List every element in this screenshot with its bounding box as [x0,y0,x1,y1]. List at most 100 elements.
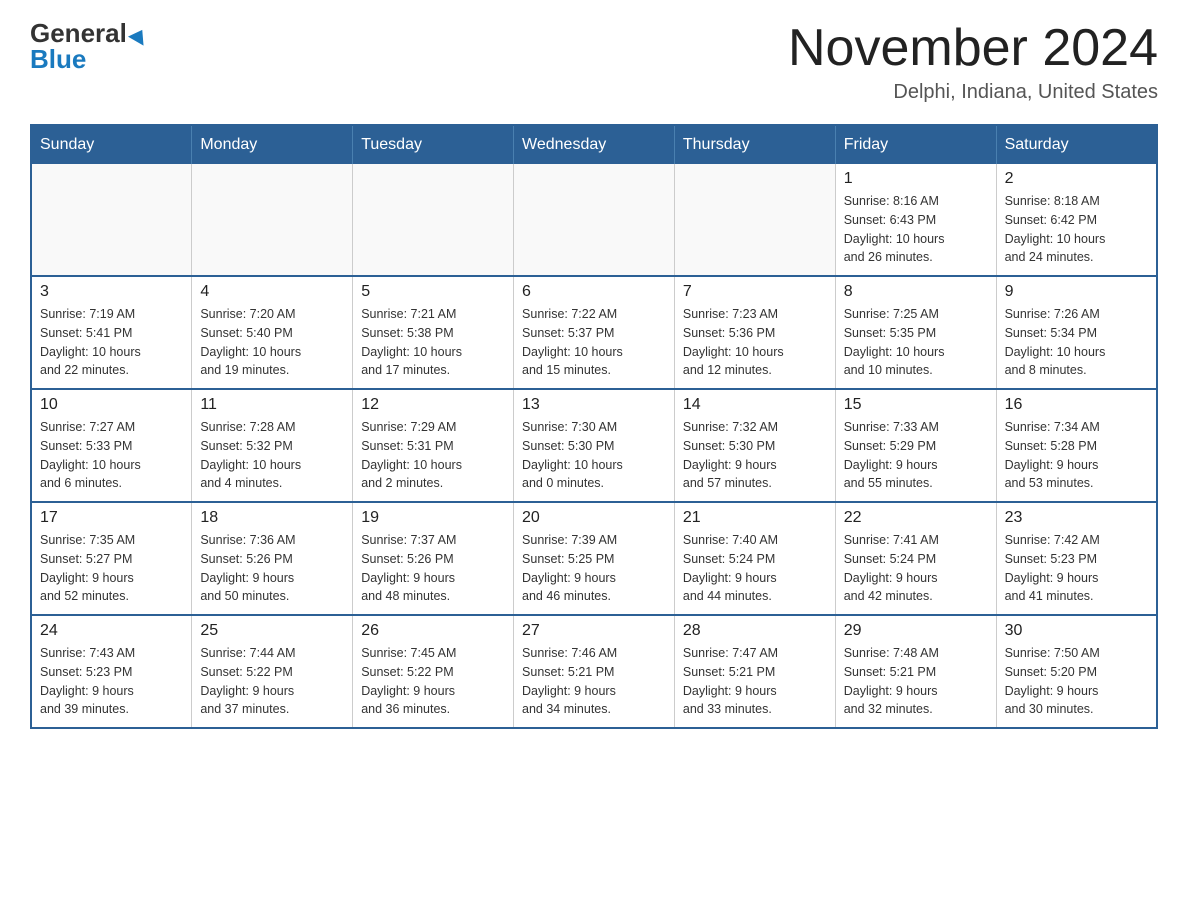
day-info: Sunrise: 7:46 AM Sunset: 5:21 PM Dayligh… [522,644,666,719]
calendar-cell: 20 Sunrise: 7:39 AM Sunset: 5:25 PM Dayli… [514,502,675,615]
day-number: 20 [522,509,666,527]
day-number: 25 [200,622,344,640]
day-info: Sunrise: 7:39 AM Sunset: 5:25 PM Dayligh… [522,531,666,606]
page-header: General Blue November 2024 Delphi, India… [30,20,1158,104]
day-number: 17 [40,509,183,527]
weekday-header: Tuesday [353,125,514,164]
day-info: Sunrise: 7:27 AM Sunset: 5:33 PM Dayligh… [40,418,183,493]
calendar-cell [353,164,514,276]
day-info: Sunrise: 8:16 AM Sunset: 6:43 PM Dayligh… [844,192,988,267]
day-info: Sunrise: 7:21 AM Sunset: 5:38 PM Dayligh… [361,305,505,380]
location: Delphi, Indiana, United States [788,81,1158,104]
weekday-header: Monday [192,125,353,164]
day-number: 28 [683,622,827,640]
day-number: 16 [1005,396,1148,414]
day-number: 15 [844,396,988,414]
weekday-header: Thursday [674,125,835,164]
day-number: 27 [522,622,666,640]
month-title: November 2024 [788,20,1158,77]
logo-general: General [30,20,148,46]
day-number: 19 [361,509,505,527]
day-info: Sunrise: 7:19 AM Sunset: 5:41 PM Dayligh… [40,305,183,380]
calendar-cell [31,164,192,276]
day-number: 30 [1005,622,1148,640]
day-info: Sunrise: 7:40 AM Sunset: 5:24 PM Dayligh… [683,531,827,606]
day-info: Sunrise: 7:33 AM Sunset: 5:29 PM Dayligh… [844,418,988,493]
day-number: 14 [683,396,827,414]
day-info: Sunrise: 7:26 AM Sunset: 5:34 PM Dayligh… [1005,305,1148,380]
calendar-week-row: 3 Sunrise: 7:19 AM Sunset: 5:41 PM Daylig… [31,276,1157,389]
day-info: Sunrise: 7:28 AM Sunset: 5:32 PM Dayligh… [200,418,344,493]
day-info: Sunrise: 7:29 AM Sunset: 5:31 PM Dayligh… [361,418,505,493]
day-info: Sunrise: 7:20 AM Sunset: 5:40 PM Dayligh… [200,305,344,380]
calendar-cell: 2 Sunrise: 8:18 AM Sunset: 6:42 PM Daylig… [996,164,1157,276]
day-info: Sunrise: 7:47 AM Sunset: 5:21 PM Dayligh… [683,644,827,719]
day-info: Sunrise: 7:42 AM Sunset: 5:23 PM Dayligh… [1005,531,1148,606]
calendar-cell: 19 Sunrise: 7:37 AM Sunset: 5:26 PM Dayli… [353,502,514,615]
calendar-cell: 11 Sunrise: 7:28 AM Sunset: 5:32 PM Dayli… [192,389,353,502]
calendar-cell [674,164,835,276]
calendar-cell: 17 Sunrise: 7:35 AM Sunset: 5:27 PM Dayli… [31,502,192,615]
title-section: November 2024 Delphi, Indiana, United St… [788,20,1158,104]
calendar-cell: 23 Sunrise: 7:42 AM Sunset: 5:23 PM Dayli… [996,502,1157,615]
weekday-header: Wednesday [514,125,675,164]
calendar-cell: 8 Sunrise: 7:25 AM Sunset: 5:35 PM Daylig… [835,276,996,389]
day-info: Sunrise: 7:34 AM Sunset: 5:28 PM Dayligh… [1005,418,1148,493]
day-number: 8 [844,283,988,301]
day-number: 22 [844,509,988,527]
calendar-week-row: 24 Sunrise: 7:43 AM Sunset: 5:23 PM Dayli… [31,615,1157,728]
calendar-cell: 1 Sunrise: 8:16 AM Sunset: 6:43 PM Daylig… [835,164,996,276]
calendar-week-row: 17 Sunrise: 7:35 AM Sunset: 5:27 PM Dayli… [31,502,1157,615]
calendar-table: SundayMondayTuesdayWednesdayThursdayFrid… [30,124,1158,729]
calendar-cell: 22Sunrise: 7:41 AM Sunset: 5:24 PM Dayli… [835,502,996,615]
day-info: Sunrise: 7:45 AM Sunset: 5:22 PM Dayligh… [361,644,505,719]
calendar-cell: 12Sunrise: 7:29 AM Sunset: 5:31 PM Dayli… [353,389,514,502]
day-info: Sunrise: 7:37 AM Sunset: 5:26 PM Dayligh… [361,531,505,606]
calendar-cell [192,164,353,276]
day-number: 3 [40,283,183,301]
calendar-cell: 18 Sunrise: 7:36 AM Sunset: 5:26 PM Dayli… [192,502,353,615]
day-number: 5 [361,283,505,301]
day-number: 10 [40,396,183,414]
day-info: Sunrise: 7:44 AM Sunset: 5:22 PM Dayligh… [200,644,344,719]
weekday-header: Friday [835,125,996,164]
calendar-cell: 13Sunrise: 7:30 AM Sunset: 5:30 PM Dayli… [514,389,675,502]
calendar-cell: 21 Sunrise: 7:40 AM Sunset: 5:24 PM Dayli… [674,502,835,615]
day-info: Sunrise: 8:18 AM Sunset: 6:42 PM Dayligh… [1005,192,1148,267]
calendar-cell: 30Sunrise: 7:50 AM Sunset: 5:20 PM Dayli… [996,615,1157,728]
day-info: Sunrise: 7:25 AM Sunset: 5:35 PM Dayligh… [844,305,988,380]
day-number: 6 [522,283,666,301]
day-number: 24 [40,622,183,640]
logo: General Blue [30,20,148,72]
calendar-cell: 4 Sunrise: 7:20 AM Sunset: 5:40 PM Daylig… [192,276,353,389]
calendar-cell: 26Sunrise: 7:45 AM Sunset: 5:22 PM Dayli… [353,615,514,728]
calendar-week-row: 1 Sunrise: 8:16 AM Sunset: 6:43 PM Daylig… [31,164,1157,276]
day-number: 21 [683,509,827,527]
logo-blue: Blue [30,46,86,72]
day-number: 1 [844,170,988,188]
calendar-cell: 9 Sunrise: 7:26 AM Sunset: 5:34 PM Daylig… [996,276,1157,389]
day-info: Sunrise: 7:36 AM Sunset: 5:26 PM Dayligh… [200,531,344,606]
day-number: 9 [1005,283,1148,301]
day-info: Sunrise: 7:23 AM Sunset: 5:36 PM Dayligh… [683,305,827,380]
day-number: 23 [1005,509,1148,527]
calendar-cell: 16 Sunrise: 7:34 AM Sunset: 5:28 PM Dayli… [996,389,1157,502]
day-number: 13 [522,396,666,414]
weekday-header: Saturday [996,125,1157,164]
day-number: 2 [1005,170,1148,188]
calendar-cell: 29Sunrise: 7:48 AM Sunset: 5:21 PM Dayli… [835,615,996,728]
day-info: Sunrise: 7:35 AM Sunset: 5:27 PM Dayligh… [40,531,183,606]
day-info: Sunrise: 7:32 AM Sunset: 5:30 PM Dayligh… [683,418,827,493]
calendar-cell: 7Sunrise: 7:23 AM Sunset: 5:36 PM Daylig… [674,276,835,389]
day-number: 11 [200,396,344,414]
calendar-cell: 24 Sunrise: 7:43 AM Sunset: 5:23 PM Dayli… [31,615,192,728]
calendar-cell: 15 Sunrise: 7:33 AM Sunset: 5:29 PM Dayli… [835,389,996,502]
calendar-cell: 25 Sunrise: 7:44 AM Sunset: 5:22 PM Dayli… [192,615,353,728]
day-number: 18 [200,509,344,527]
day-info: Sunrise: 7:43 AM Sunset: 5:23 PM Dayligh… [40,644,183,719]
day-number: 4 [200,283,344,301]
calendar-cell: 6Sunrise: 7:22 AM Sunset: 5:37 PM Daylig… [514,276,675,389]
calendar-header-row: SundayMondayTuesdayWednesdayThursdayFrid… [31,125,1157,164]
calendar-week-row: 10 Sunrise: 7:27 AM Sunset: 5:33 PM Dayli… [31,389,1157,502]
calendar-cell: 14 Sunrise: 7:32 AM Sunset: 5:30 PM Dayli… [674,389,835,502]
